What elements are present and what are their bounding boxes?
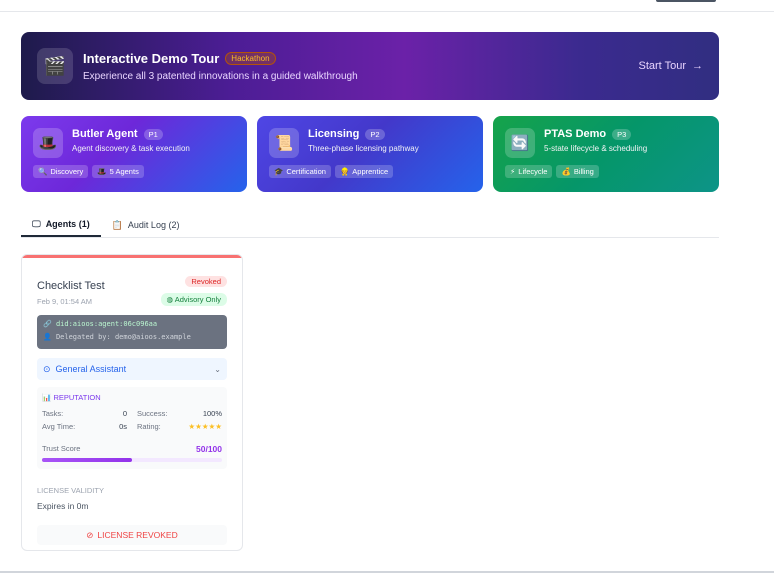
agent-date: Feb 9, 01:54 AM <box>37 297 93 306</box>
role-dropdown[interactable]: ⊙ General Assistant ⌄ <box>37 358 227 380</box>
advisory-badge: ◍ Advisory Only <box>160 293 227 306</box>
user-icon: 👤 <box>43 333 52 341</box>
lightning-icon: ⚡ <box>510 167 516 176</box>
license-revoked-indicator: ⊘ LICENSE REVOKED <box>37 525 227 545</box>
banner-title-row: Interactive Demo Tour Hackathon <box>83 51 639 66</box>
hackathon-badge: Hackathon <box>225 51 276 65</box>
globe-icon: ◍ <box>166 295 174 304</box>
agent-card[interactable]: Checklist Test Feb 9, 01:54 AM Revoked ◍… <box>21 254 243 551</box>
start-tour-button[interactable]: Start Tour → <box>639 60 704 72</box>
header-divider <box>0 11 774 12</box>
status-badge: Revoked <box>185 276 227 287</box>
chip-billing: 💰 Billing <box>556 165 599 178</box>
chart-icon: 📊 <box>42 393 52 402</box>
agent-name: Checklist Test <box>37 280 105 292</box>
chip-apprentice: 👷 Apprentice <box>334 165 394 178</box>
scroll-icon: 📜 <box>269 128 299 158</box>
feature-title: PTAS Demo <box>544 128 607 140</box>
worker-icon: 👷 <box>339 167 350 176</box>
link-icon: 🔗 <box>43 320 52 328</box>
tab-agents[interactable]: 🖵 Agents (1) <box>21 213 101 237</box>
tab-bar: 🖵 Agents (1) 📋 Audit Log (2) <box>21 213 719 238</box>
tab-label: Audit Log (2) <box>127 220 180 230</box>
prohibited-icon: ⊘ <box>86 529 94 540</box>
license-validity-value: Expires in 0m <box>37 501 89 511</box>
top-hat-icon: 🎩 <box>97 167 107 176</box>
tasks-value: 0 <box>122 409 127 418</box>
tab-audit-log[interactable]: 📋 Audit Log (2) <box>101 213 191 237</box>
trust-value: 50/100 <box>196 444 222 454</box>
chip-discovery: 🔍 Discovery <box>33 165 89 178</box>
tab-label: Agents (1) <box>45 219 90 229</box>
banner-text: Interactive Demo Tour Hackathon Experien… <box>83 51 639 82</box>
chip-lifecycle: ⚡ Lifecycle <box>505 165 553 178</box>
cycle-icon: 🔄 <box>505 128 535 158</box>
trust-bar <box>42 458 222 462</box>
money-bag-icon: 💰 <box>561 167 571 176</box>
target-icon: ⊙ <box>43 363 51 374</box>
did-box: 🔗 did:aioos:agent:06c096aa 👤 Delegated b… <box>37 315 227 349</box>
feature-title: Butler Agent <box>72 128 138 140</box>
avg-time-value: 0s <box>119 422 127 431</box>
clipboard-icon: 📋 <box>111 219 123 230</box>
trust-label: Trust Score <box>42 444 81 453</box>
feature-title: Licensing <box>308 128 360 140</box>
chevron-down-icon: ⌄ <box>214 364 221 374</box>
clapperboard-icon: 🎬 <box>37 48 73 84</box>
banner-title: Interactive Demo Tour <box>83 50 220 66</box>
feature-card-butler-agent[interactable]: 🎩 Butler Agent P1 Agent discovery & task… <box>21 116 247 192</box>
chip-agents: 🎩 5 Agents <box>92 165 144 178</box>
chip-certification: 🎓 Certification <box>269 165 331 178</box>
reputation-panel: 📊 REPUTATION Tasks: 0 Success: 100% Avg Ti… <box>37 387 227 469</box>
reputation-title: REPUTATION <box>53 393 101 402</box>
demo-tour-banner: 🎬 Interactive Demo Tour Hackathon Experi… <box>21 32 719 100</box>
feature-subtitle: 5-state lifecycle & scheduling <box>544 144 648 153</box>
arrow-right-icon: → <box>692 60 703 72</box>
start-tour-label: Start Tour <box>638 60 687 72</box>
top-hat-icon: 🎩 <box>33 128 63 158</box>
patent-badge: P1 <box>143 128 163 140</box>
graduation-cap-icon: 🎓 <box>274 167 284 176</box>
header-button-edge[interactable] <box>656 0 716 2</box>
delegated-by: Delegated by: demo@aioos.example <box>55 333 191 341</box>
feature-subtitle: Three-phase licensing pathway <box>308 144 419 153</box>
patent-badge: P3 <box>612 128 632 140</box>
success-value: 100% <box>202 409 222 418</box>
role-label: General Assistant <box>55 364 127 374</box>
feature-card-licensing[interactable]: 📜 Licensing P2 Three-phase licensing pat… <box>257 116 483 192</box>
rating-stars: ★★★★★ <box>188 422 222 431</box>
trust-bar-fill <box>42 458 132 462</box>
page: 🎬 Interactive Demo Tour Hackathon Experi… <box>0 0 774 573</box>
feature-card-ptas-demo[interactable]: 🔄 PTAS Demo P3 5-state lifecycle & sched… <box>493 116 719 192</box>
magnifier-icon: 🔍 <box>38 167 48 176</box>
agent-did[interactable]: did:aioos:agent:06c096aa <box>56 320 157 328</box>
patent-badge: P2 <box>365 128 385 140</box>
banner-subtitle: Experience all 3 patented innovations in… <box>83 70 358 82</box>
monitor-icon: 🖵 <box>32 218 41 229</box>
license-validity-label: LICENSE VALIDITY <box>37 486 104 495</box>
feature-subtitle: Agent discovery & task execution <box>72 144 190 153</box>
